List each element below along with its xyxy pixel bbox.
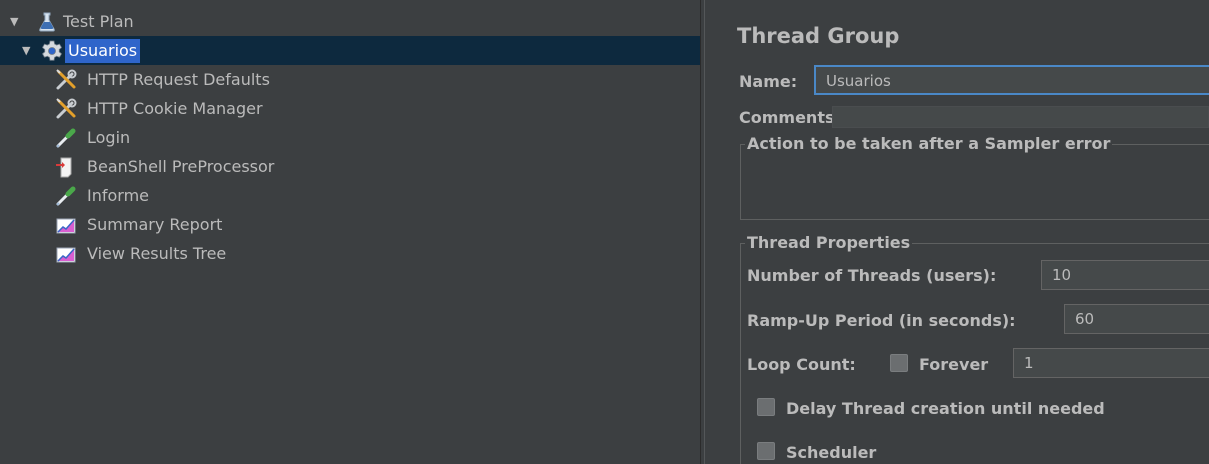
- expand-arrow-icon[interactable]: ▼: [10, 15, 22, 28]
- threads-field[interactable]: 10: [1041, 260, 1209, 290]
- pipette-icon: [54, 184, 78, 208]
- tree-item-label: HTTP Cookie Manager: [87, 99, 263, 118]
- tree-item-beanshell-preprocessor[interactable]: BeanShell PreProcessor: [0, 152, 700, 181]
- preprocessor-icon: [54, 155, 78, 179]
- rampup-field-value: 60: [1075, 310, 1095, 328]
- graph-icon: [54, 213, 78, 237]
- graph-icon: [54, 242, 78, 266]
- forever-checkbox[interactable]: [890, 354, 908, 372]
- tree-item-summary-report[interactable]: Summary Report: [0, 210, 700, 239]
- name-field[interactable]: Usuarios: [814, 65, 1209, 95]
- tree-item-label: Summary Report: [87, 215, 223, 234]
- gear-icon: [40, 39, 64, 63]
- thread-properties-group-title: Thread Properties: [745, 233, 913, 252]
- splitter-divider: [704, 0, 705, 464]
- loop-count-field-value: 1: [1024, 354, 1034, 372]
- thread-group-panel: Thread Group Name: Usuarios Comments: Ac…: [722, 0, 1209, 464]
- tree-item-label: Login: [87, 128, 131, 147]
- expand-arrow-icon[interactable]: ▼: [22, 44, 34, 57]
- tree-item-http-request-defaults[interactable]: HTTP Request Defaults: [0, 65, 700, 94]
- rampup-field[interactable]: 60: [1064, 304, 1209, 334]
- scheduler-checkbox[interactable]: [757, 442, 775, 460]
- name-label: Name:: [739, 72, 798, 91]
- forever-label[interactable]: Forever: [919, 355, 988, 374]
- tree-item-label: BeanShell PreProcessor: [87, 157, 275, 176]
- tree-item-label: HTTP Request Defaults: [87, 70, 270, 89]
- wrench-screwdriver-icon: [54, 68, 78, 92]
- tree-item-label: Test Plan: [63, 12, 134, 31]
- tree-item-login[interactable]: Login: [0, 123, 700, 152]
- delay-thread-label[interactable]: Delay Thread creation until needed: [786, 399, 1105, 418]
- panel-splitter[interactable]: [700, 0, 722, 464]
- tree-item-informe[interactable]: Informe: [0, 181, 700, 210]
- threads-label: Number of Threads (users):: [747, 266, 997, 285]
- tree-item-label: View Results Tree: [87, 244, 227, 263]
- tree-item-http-cookie-manager[interactable]: HTTP Cookie Manager: [0, 94, 700, 123]
- loop-count-label: Loop Count:: [747, 355, 856, 374]
- pipette-icon: [54, 126, 78, 150]
- flask-icon: [35, 10, 59, 34]
- name-field-value: Usuarios: [826, 72, 891, 90]
- loop-count-field[interactable]: 1: [1013, 348, 1209, 378]
- comments-label: Comments:: [739, 108, 841, 127]
- delay-thread-checkbox[interactable]: [757, 398, 775, 416]
- threads-field-value: 10: [1052, 266, 1072, 284]
- comments-field[interactable]: [832, 106, 1209, 128]
- page-title: Thread Group: [737, 24, 900, 48]
- wrench-screwdriver-icon: [54, 97, 78, 121]
- tree-item-test-plan[interactable]: ▼ Test Plan: [0, 7, 700, 36]
- sampler-error-group-title: Action to be taken after a Sampler error: [745, 134, 1113, 153]
- tree-item-view-results-tree[interactable]: View Results Tree: [0, 239, 700, 268]
- tree-item-label: Informe: [87, 186, 150, 205]
- sampler-error-groupbox: Action to be taken after a Sampler error: [740, 134, 1209, 220]
- rampup-label: Ramp-Up Period (in seconds):: [747, 311, 1016, 330]
- tree-item-label: Usuarios: [65, 38, 141, 63]
- test-plan-tree[interactable]: ▼ Test Plan ▼ Usuarios HTTP Request Defa…: [0, 6, 700, 464]
- tree-item-usuarios[interactable]: ▼ Usuarios: [0, 36, 700, 65]
- scheduler-label[interactable]: Scheduler: [786, 443, 876, 462]
